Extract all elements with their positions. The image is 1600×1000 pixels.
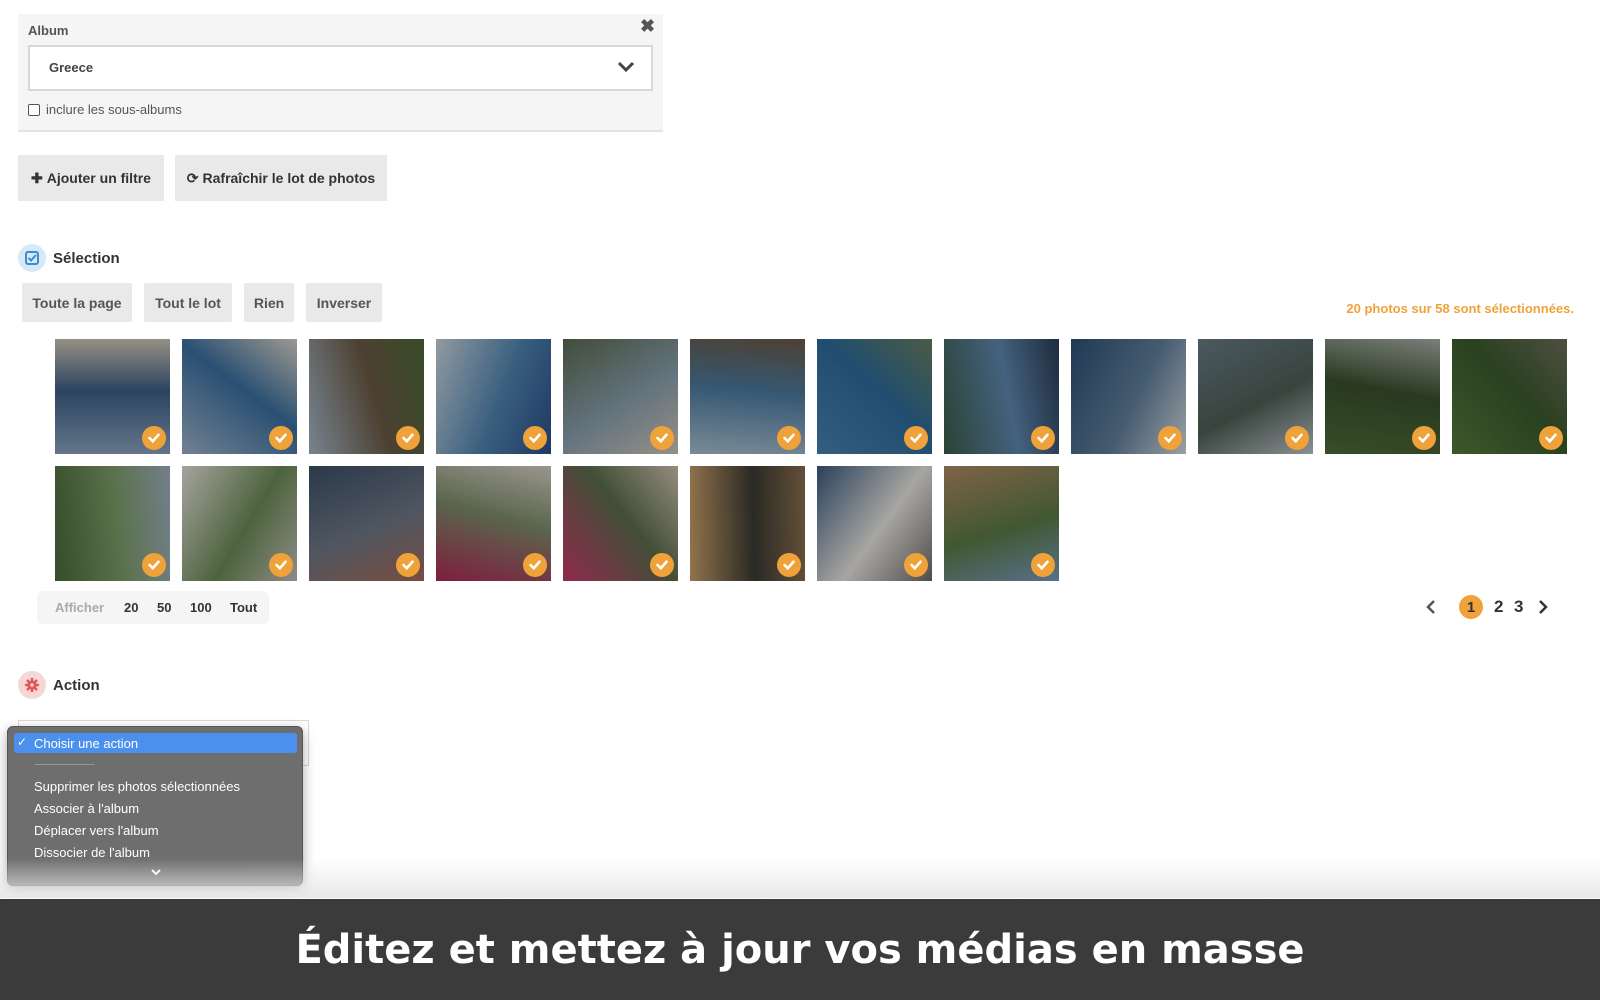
display-count-bar: Afficher 20 50 100 Tout: [37, 591, 269, 624]
photo-thumbnail[interactable]: [436, 466, 551, 581]
photo-thumbnail[interactable]: [1198, 339, 1313, 454]
menu-item-associate-album[interactable]: Associer à l'album: [34, 801, 139, 816]
check-icon: [650, 426, 674, 450]
photo-thumbnail[interactable]: [944, 339, 1059, 454]
check-icon: [1539, 426, 1563, 450]
banner-text: Éditez et mettez à jour vos médias en ma…: [295, 926, 1305, 973]
menu-item-delete-photos[interactable]: Supprimer les photos sélectionnées: [34, 779, 240, 794]
pagination: 1 2 3: [1425, 595, 1555, 621]
photo-thumbnail[interactable]: [309, 339, 424, 454]
menu-item-choose-action[interactable]: Choisir une action: [34, 736, 138, 751]
photo-thumbnail[interactable]: [690, 339, 805, 454]
close-icon[interactable]: ✖: [640, 16, 655, 37]
selection-count: 20 photos sur 58 sont sélectionnées.: [1346, 301, 1574, 316]
refresh-lot-button[interactable]: ⟳ Rafraîchir le lot de photos: [175, 155, 387, 201]
select-whole-page-button[interactable]: Toute la page: [22, 283, 132, 322]
photo-thumbnail[interactable]: [436, 339, 551, 454]
display-option-all[interactable]: Tout: [230, 600, 257, 615]
select-none-button[interactable]: Rien: [244, 283, 294, 322]
display-option-50[interactable]: 50: [157, 600, 171, 615]
bottom-fade: [0, 858, 1600, 898]
promo-banner: Éditez et mettez à jour vos médias en ma…: [0, 899, 1600, 1000]
check-icon: [269, 426, 293, 450]
invert-selection-button[interactable]: Inverser: [306, 283, 382, 322]
photo-thumbnail[interactable]: [563, 466, 678, 581]
album-select[interactable]: Greece: [28, 45, 653, 91]
photo-thumbnail[interactable]: [182, 466, 297, 581]
action-title: Action: [53, 677, 100, 694]
check-icon: [396, 426, 420, 450]
photo-thumbnail[interactable]: [1452, 339, 1567, 454]
check-icon: [142, 426, 166, 450]
photo-thumbnail[interactable]: [55, 466, 170, 581]
check-icon: [904, 553, 928, 577]
include-subalbums-label: inclure les sous-albums: [46, 102, 182, 117]
photo-thumbnail[interactable]: [55, 339, 170, 454]
page-2-button[interactable]: 2: [1494, 597, 1503, 617]
photo-thumbnail[interactable]: [309, 466, 424, 581]
display-option-100[interactable]: 100: [190, 600, 212, 615]
check-icon: [1031, 553, 1055, 577]
gear-icon: [18, 671, 46, 699]
check-icon: [1158, 426, 1182, 450]
check-icon: [269, 553, 293, 577]
refresh-icon: ⟳: [186, 169, 199, 186]
select-whole-lot-button[interactable]: Tout le lot: [144, 283, 232, 322]
photo-thumbnail[interactable]: [817, 466, 932, 581]
include-subalbums-checkbox[interactable]: [28, 103, 40, 116]
album-filter-panel: Album ✖ Greece inclure les sous-albums: [18, 14, 663, 132]
album-select-value: Greece: [49, 60, 94, 75]
check-icon: [650, 553, 674, 577]
chevron-right-icon[interactable]: [1537, 599, 1549, 615]
check-icon: [777, 553, 801, 577]
check-icon: [904, 426, 928, 450]
photo-thumbnail[interactable]: [817, 339, 932, 454]
check-icon: [523, 426, 547, 450]
photo-thumbnail[interactable]: [944, 466, 1059, 581]
add-filter-label: Ajouter un filtre: [46, 170, 151, 186]
display-label: Afficher: [55, 600, 105, 615]
check-icon: ✓: [17, 735, 28, 749]
check-icon: [523, 553, 547, 577]
album-label: Album: [28, 23, 69, 38]
menu-item-move-album[interactable]: Déplacer vers l'album: [34, 823, 159, 838]
checkbox-icon: [18, 244, 46, 272]
chevron-left-icon[interactable]: [1425, 599, 1437, 615]
include-subalbums-option[interactable]: inclure les sous-albums: [28, 102, 182, 117]
photo-thumbnail[interactable]: [182, 339, 297, 454]
display-option-20[interactable]: 20: [124, 600, 138, 615]
chevron-down-icon: [617, 61, 635, 73]
menu-separator: ------------------: [34, 756, 95, 771]
check-icon: [777, 426, 801, 450]
photo-thumbnail[interactable]: [1325, 339, 1440, 454]
check-icon: [142, 553, 166, 577]
refresh-lot-label: Rafraîchir le lot de photos: [202, 170, 376, 186]
check-icon: [1412, 426, 1436, 450]
plus-icon: ✚: [31, 169, 43, 186]
check-icon: [1031, 426, 1055, 450]
add-filter-button[interactable]: ✚ Ajouter un filtre: [18, 155, 164, 201]
photo-thumbnail[interactable]: [690, 466, 805, 581]
check-icon: [1285, 426, 1309, 450]
check-icon: [396, 553, 420, 577]
selection-title: Sélection: [53, 250, 120, 267]
page-3-button[interactable]: 3: [1514, 597, 1523, 617]
page-1-button[interactable]: 1: [1459, 595, 1483, 619]
photo-thumbnail[interactable]: [1071, 339, 1186, 454]
photo-thumbnail[interactable]: [563, 339, 678, 454]
